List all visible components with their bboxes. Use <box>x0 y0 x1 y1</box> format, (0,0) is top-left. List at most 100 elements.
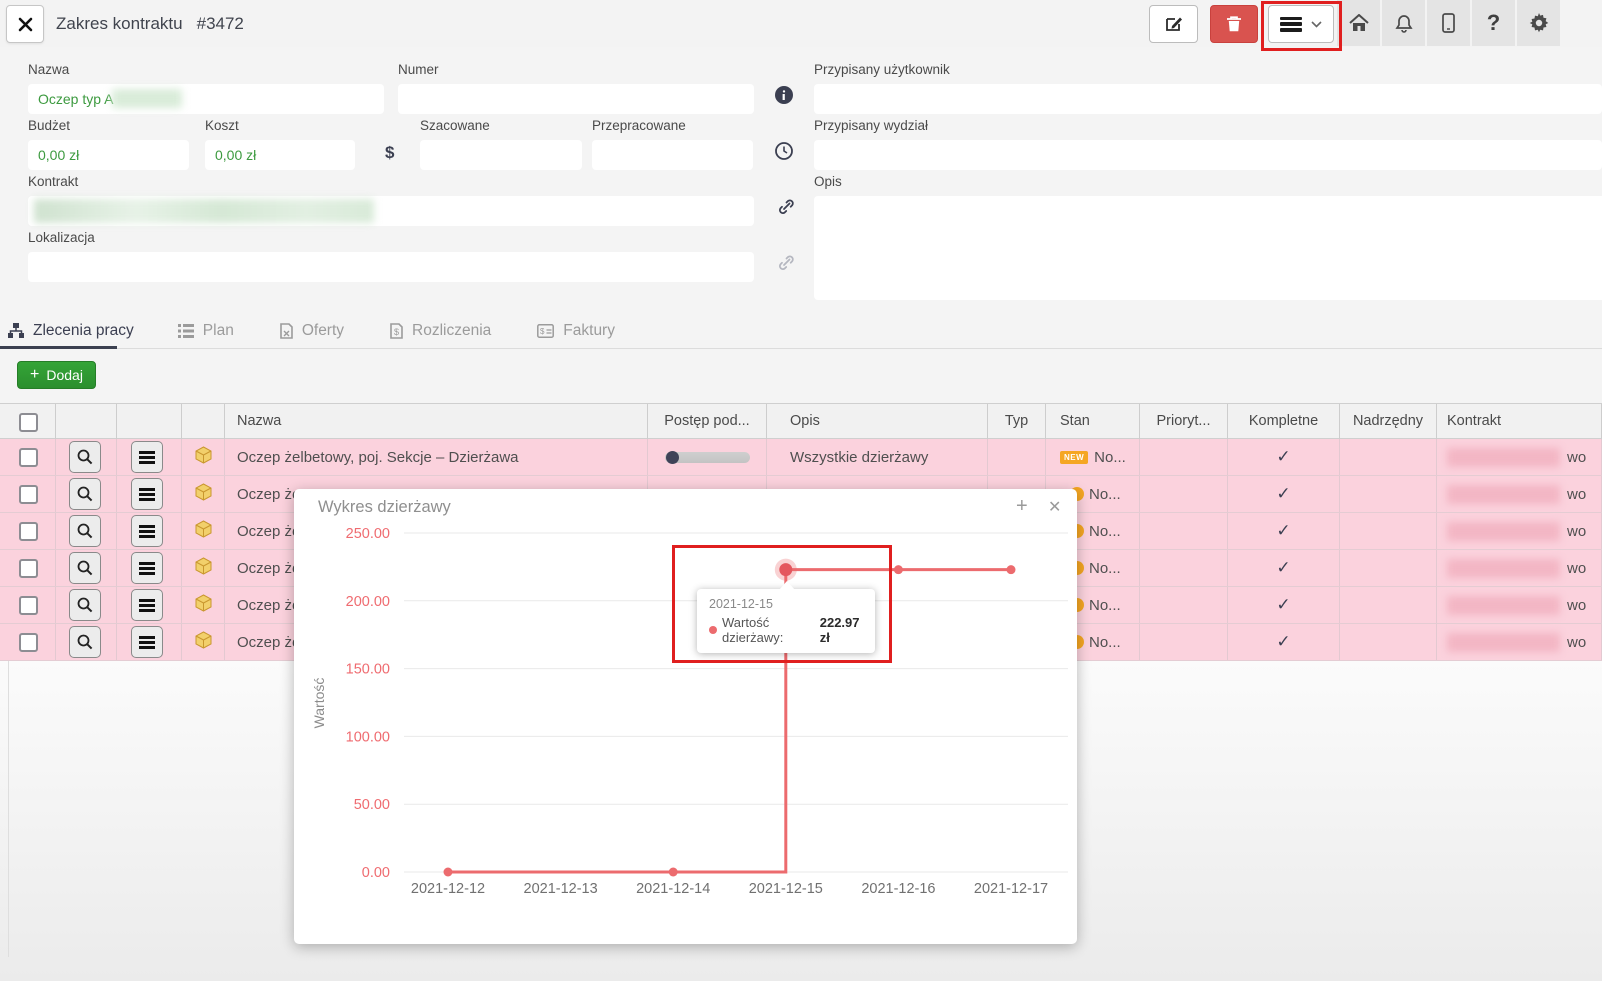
checkmark-icon: ✓ <box>1228 632 1339 652</box>
budzet-input[interactable] <box>28 140 189 170</box>
column-header[interactable]: Opis <box>767 404 988 439</box>
row-menu-button[interactable] <box>131 515 163 547</box>
work-orders-icon <box>8 323 24 338</box>
row-menu-icon <box>139 562 155 575</box>
cube-icon <box>195 520 212 538</box>
table-cell <box>0 439 56 475</box>
column-header[interactable]: Kompletne <box>1228 404 1340 439</box>
offers-doc-icon <box>280 323 293 339</box>
nazwa-input[interactable] <box>28 84 384 114</box>
table-cell <box>56 513 117 549</box>
column-header[interactable] <box>117 404 182 439</box>
row-checkbox[interactable] <box>19 485 38 504</box>
row-checkbox[interactable] <box>19 596 38 615</box>
row-checkbox[interactable] <box>19 559 38 578</box>
row-zoom-button[interactable] <box>69 478 101 510</box>
page-title: Zakres kontraktu#3472 <box>56 0 244 47</box>
row-kontrakt: wo <box>1437 550 1602 586</box>
table-cell <box>182 476 225 512</box>
svg-text:$: $ <box>540 327 545 336</box>
przepracowane-label: Przepracowane <box>592 118 686 134</box>
row-zoom-button[interactable] <box>69 552 101 584</box>
redacted-kontrakt-cell <box>1447 559 1560 578</box>
tab-faktury[interactable]: $ Faktury <box>523 312 629 349</box>
column-header[interactable] <box>182 404 225 439</box>
column-header[interactable]: Stan <box>1046 404 1140 439</box>
tab-rozliczenia[interactable]: $ Rozliczenia <box>376 312 505 349</box>
tooltip-label: Wartość dzierżawy: <box>722 615 813 645</box>
row-menu-button[interactable] <box>131 441 163 473</box>
lokalizacja-input[interactable] <box>28 252 754 282</box>
row-menu-button[interactable] <box>131 552 163 584</box>
table-row[interactable]: Oczep żelbetowy, poj. Sekcje – Dzierżawa… <box>0 439 1602 476</box>
column-header[interactable]: Nadrzędny <box>1340 404 1437 439</box>
svg-text:2021-12-13: 2021-12-13 <box>524 881 598 897</box>
koszt-input[interactable] <box>205 140 355 170</box>
column-header[interactable] <box>0 404 56 439</box>
data-point[interactable] <box>779 563 792 576</box>
row-menu-button[interactable] <box>131 478 163 510</box>
numer-label: Numer <box>398 62 439 78</box>
home-button[interactable] <box>1337 0 1380 46</box>
row-zoom-button[interactable] <box>69 626 101 658</box>
delete-button[interactable] <box>1210 5 1258 43</box>
przypisany-wydzial-input[interactable] <box>814 140 1602 170</box>
column-header[interactable]: Nazwa <box>225 404 648 439</box>
row-zoom-button[interactable] <box>69 515 101 547</box>
mobile-button[interactable] <box>1427 0 1470 46</box>
numer-input[interactable] <box>398 84 754 114</box>
row-checkbox[interactable] <box>19 448 38 467</box>
szacowane-input[interactable] <box>420 140 582 170</box>
table-cell <box>117 439 182 475</box>
row-menu-button[interactable] <box>131 589 163 621</box>
table-cell <box>1340 550 1437 586</box>
column-header[interactable]: Prioryt... <box>1140 404 1228 439</box>
tab-oferty[interactable]: Oferty <box>266 312 358 349</box>
row-checkbox[interactable] <box>19 633 38 652</box>
chart-canvas[interactable]: 0.0050.00100.00150.00200.00250.002021-12… <box>294 489 1077 944</box>
progress-slider[interactable] <box>665 452 750 463</box>
row-zoom-button[interactable] <box>69 441 101 473</box>
column-header[interactable]: Kontrakt <box>1437 404 1602 439</box>
przypisany-uzytkownik-input[interactable] <box>814 84 1602 114</box>
przepracowane-input[interactable] <box>592 140 753 170</box>
svg-text:150.00: 150.00 <box>346 662 390 678</box>
svg-text:2021-12-16: 2021-12-16 <box>861 881 935 897</box>
data-point[interactable] <box>894 565 903 574</box>
active-tab-underline <box>0 346 117 349</box>
info-icon <box>775 86 793 104</box>
data-point[interactable] <box>1007 565 1016 574</box>
nazwa-label: Nazwa <box>28 62 69 78</box>
tab-zlecenia-pracy[interactable]: Zlecenia pracy <box>8 312 148 349</box>
column-header[interactable]: Postęp pod... <box>648 404 767 439</box>
tab-plan[interactable]: Plan <box>164 312 248 349</box>
settings-button[interactable] <box>1517 0 1560 46</box>
edit-button[interactable] <box>1149 5 1198 43</box>
invoice-icon: $ <box>537 324 554 338</box>
redacted-nazwa <box>112 89 182 108</box>
row-zoom-button[interactable] <box>69 589 101 621</box>
row-opis: Wszystkie dzierżawy <box>767 439 988 475</box>
opis-label: Opis <box>814 174 842 190</box>
svg-text:100.00: 100.00 <box>346 729 390 745</box>
select-all-checkbox[interactable] <box>19 413 38 432</box>
add-button[interactable]: + Dodaj <box>17 361 96 389</box>
help-button[interactable]: ? <box>1472 0 1515 46</box>
column-header[interactable] <box>56 404 117 439</box>
notifications-button[interactable] <box>1382 0 1425 46</box>
close-button[interactable] <box>6 5 44 43</box>
data-point[interactable] <box>444 868 453 877</box>
data-point[interactable] <box>669 868 678 877</box>
menu-dropdown-button[interactable] <box>1268 5 1334 43</box>
column-header[interactable]: Typ <box>988 404 1046 439</box>
row-checkbox[interactable] <box>19 522 38 541</box>
app-window: Zakres kontraktu#3472 ? Nazwa Numer <box>0 0 1602 981</box>
series-dot-icon <box>709 626 717 634</box>
row-kontrakt: wo <box>1437 513 1602 549</box>
table-cell <box>56 624 117 660</box>
chart-tooltip: 2021-12-15 Wartość dzierżawy: 222.97 zł <box>697 589 875 653</box>
szacowane-label: Szacowane <box>420 118 490 134</box>
opis-textarea[interactable] <box>814 196 1602 300</box>
link-icon[interactable] <box>777 199 794 216</box>
row-menu-button[interactable] <box>131 626 163 658</box>
